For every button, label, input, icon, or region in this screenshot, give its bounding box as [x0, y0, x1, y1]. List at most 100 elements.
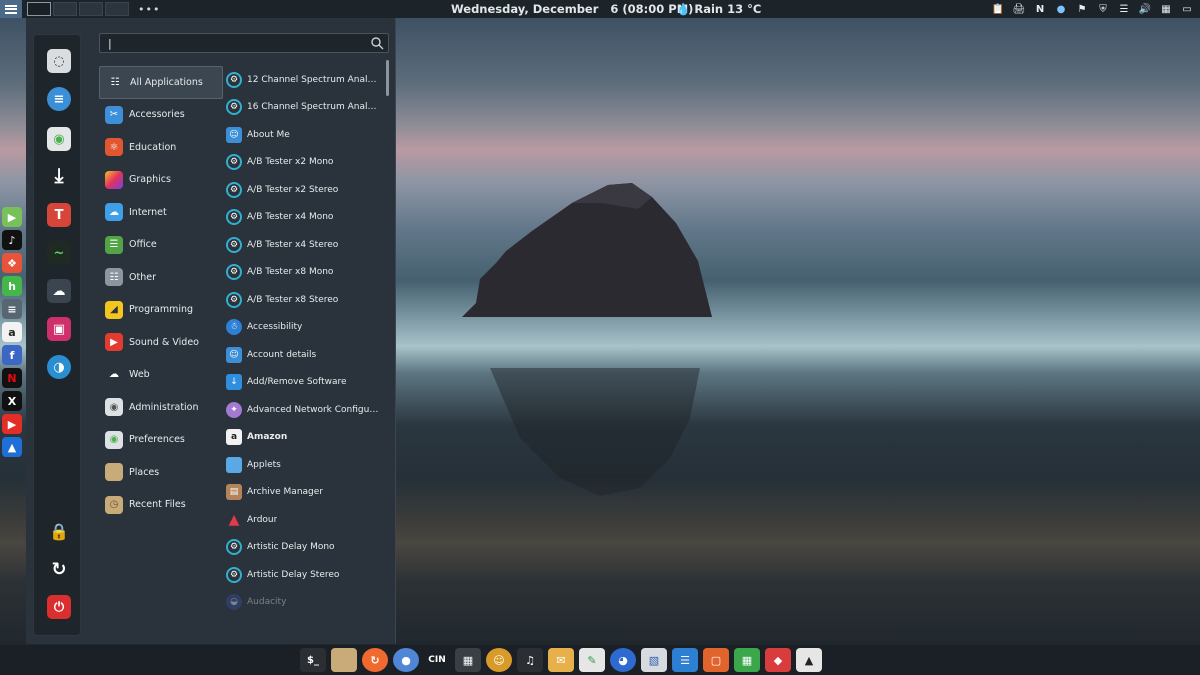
list-item[interactable]: ⚙ A/B Tester x2 Stereo [224, 176, 382, 204]
list-item[interactable]: ⚙ Artistic Delay Stereo [224, 561, 382, 589]
lock-icon[interactable]: 🔒 [47, 519, 71, 543]
writer-icon[interactable]: ☰ [672, 648, 698, 672]
fox-app-icon[interactable]: ◆ [765, 648, 791, 672]
category-office[interactable]: ☰ Office [99, 229, 223, 262]
nordvpn-icon[interactable]: N [1033, 2, 1047, 16]
shield-icon[interactable]: ⛨ [1096, 2, 1110, 16]
category-programming[interactable]: ◢ Programming [99, 294, 223, 327]
youtube-icon[interactable]: ▶ [2, 414, 22, 434]
category-places[interactable]: Places [99, 456, 223, 489]
search-icon[interactable] [370, 36, 384, 50]
files-folder-icon[interactable] [331, 648, 357, 672]
image-viewer-icon[interactable]: ▧ [641, 648, 667, 672]
more-workspaces-icon[interactable]: ••• [138, 3, 160, 16]
bird-app-icon[interactable]: ◕ [610, 648, 636, 672]
list-item[interactable]: ⚙ A/B Tester x4 Mono [224, 204, 382, 232]
browser-icon[interactable]: ◑ [47, 355, 71, 379]
firefox-icon[interactable]: ↻ [362, 648, 388, 672]
battery-icon[interactable]: ▭ [1180, 2, 1194, 16]
scrollbar[interactable] [386, 60, 389, 96]
list-item[interactable]: ☺ About Me [224, 121, 382, 149]
rumble-icon[interactable]: ▶ [2, 207, 22, 227]
list-item[interactable]: ☃ Accessibility [224, 314, 382, 342]
category-all-applications[interactable]: ☷ All Applications [99, 66, 223, 99]
calc-icon[interactable]: ▦ [734, 648, 760, 672]
workspace-2[interactable] [53, 2, 77, 16]
cinelerra-icon[interactable]: CIN [424, 648, 450, 672]
netflix-icon[interactable]: N [2, 368, 22, 388]
facebook-icon[interactable]: f [2, 345, 22, 365]
avatar-app-icon[interactable]: ☺ [486, 648, 512, 672]
category-preferences[interactable]: ◉ Preferences [99, 424, 223, 457]
workspace-4[interactable] [105, 2, 129, 16]
download-icon[interactable]: ⤓ [47, 163, 71, 187]
programming-icon: ◢ [105, 300, 123, 319]
typora-icon[interactable]: T [47, 203, 71, 227]
category-sound-video[interactable]: ▶ Sound & Video [99, 326, 223, 359]
weather[interactable]: 💧 Rain 13 °C [676, 2, 761, 16]
clipboard-icon[interactable]: 📋 [991, 2, 1005, 16]
tiktok-icon[interactable]: ♪ [2, 230, 22, 250]
chip-icon[interactable]: ▣ [47, 317, 71, 341]
list-item[interactable]: ◒ Audacity [224, 589, 382, 617]
paramount-icon[interactable]: ▲ [2, 437, 22, 457]
text-editor-icon[interactable]: ✎ [579, 648, 605, 672]
list-item[interactable]: a Amazon [224, 424, 382, 452]
inkscape-icon[interactable]: ▲ [796, 648, 822, 672]
list-item[interactable]: ⚙ A/B Tester x4 Stereo [224, 231, 382, 259]
calendar-icon[interactable]: ▦ [1159, 2, 1173, 16]
terminal-app-icon[interactable]: $_ [300, 648, 326, 672]
power-icon[interactable]: ⏻ [47, 595, 71, 619]
category-administration[interactable]: ◉ Administration [99, 391, 223, 424]
impress-icon[interactable]: ▢ [703, 648, 729, 672]
location-pin-icon[interactable]: ⚑ [1075, 2, 1089, 16]
list-item[interactable]: ▤ Archive Manager [224, 479, 382, 507]
amazon-icon[interactable]: a [2, 322, 22, 342]
puzzle-icon[interactable]: ❖ [2, 253, 22, 273]
list-item[interactable]: Applets [224, 451, 382, 479]
account-icon: ☺ [226, 346, 242, 363]
category-graphics[interactable]: Graphics [99, 164, 223, 197]
list-item[interactable]: ⚙ A/B Tester x8 Mono [224, 259, 382, 287]
logout-icon[interactable]: ↻ [47, 557, 71, 581]
network-icon[interactable]: ☰ [1117, 2, 1131, 16]
workspace-3[interactable] [79, 2, 103, 16]
menu-button[interactable] [0, 0, 22, 18]
plugin-gear-icon: ⚙ [226, 539, 242, 556]
list-item[interactable]: ✦ Advanced Network Configurat... [224, 396, 382, 424]
chromium-icon[interactable]: ● [393, 648, 419, 672]
list-item[interactable]: ☺ Account details [224, 341, 382, 369]
mixer-icon[interactable]: ≡ [47, 87, 71, 111]
category-other[interactable]: ☷ Other [99, 261, 223, 294]
steam-icon[interactable]: ● [1054, 2, 1068, 16]
category-education[interactable]: ⚛ Education [99, 131, 223, 164]
search-input[interactable] [99, 33, 389, 53]
list-item[interactable]: ↓ Add/Remove Software [224, 369, 382, 397]
clock[interactable]: Wednesday, December 6 (08:00 PM) [451, 2, 693, 16]
category-internet[interactable]: ☁ Internet [99, 196, 223, 229]
list-item[interactable]: ⚙ A/B Tester x2 Mono [224, 149, 382, 177]
workspace-1[interactable] [27, 2, 51, 16]
hulu-icon[interactable]: h [2, 276, 22, 296]
list-item[interactable]: ⚙ 12 Channel Spectrum Analyzer [224, 66, 382, 94]
settings-toggle-icon[interactable]: ◉ [47, 127, 71, 151]
category-recent-files[interactable]: ◷ Recent Files [99, 489, 223, 522]
printer-icon[interactable]: 🖨 [1012, 2, 1026, 16]
list-item[interactable]: ⚙ A/B Tester x8 Stereo [224, 286, 382, 314]
chat-icon[interactable]: ◌ [47, 49, 71, 73]
video-editor-clapper-icon[interactable]: ▦ [455, 648, 481, 672]
cloud-icon[interactable]: ☁ [47, 279, 71, 303]
list-item[interactable]: ▲ Ardour [224, 506, 382, 534]
system-monitor-icon[interactable]: ~ [47, 241, 71, 265]
music-icon[interactable]: ♫ [517, 648, 543, 672]
network-config-icon: ✦ [226, 401, 242, 418]
list-item[interactable]: ⚙ 16 Channel Spectrum Analyzer [224, 94, 382, 122]
list-item[interactable]: ⚙ Artistic Delay Mono [224, 534, 382, 562]
mail-icon[interactable]: ✉ [548, 648, 574, 672]
category-accessories[interactable]: ✂ Accessories [99, 99, 223, 132]
volume-icon[interactable]: 🔊 [1138, 2, 1152, 16]
ardour-icon: ▲ [228, 511, 240, 528]
x-twitter-icon[interactable]: X [2, 391, 22, 411]
terminal-icon[interactable]: ≡ [2, 299, 22, 319]
category-web[interactable]: ☁ Web [99, 359, 223, 392]
